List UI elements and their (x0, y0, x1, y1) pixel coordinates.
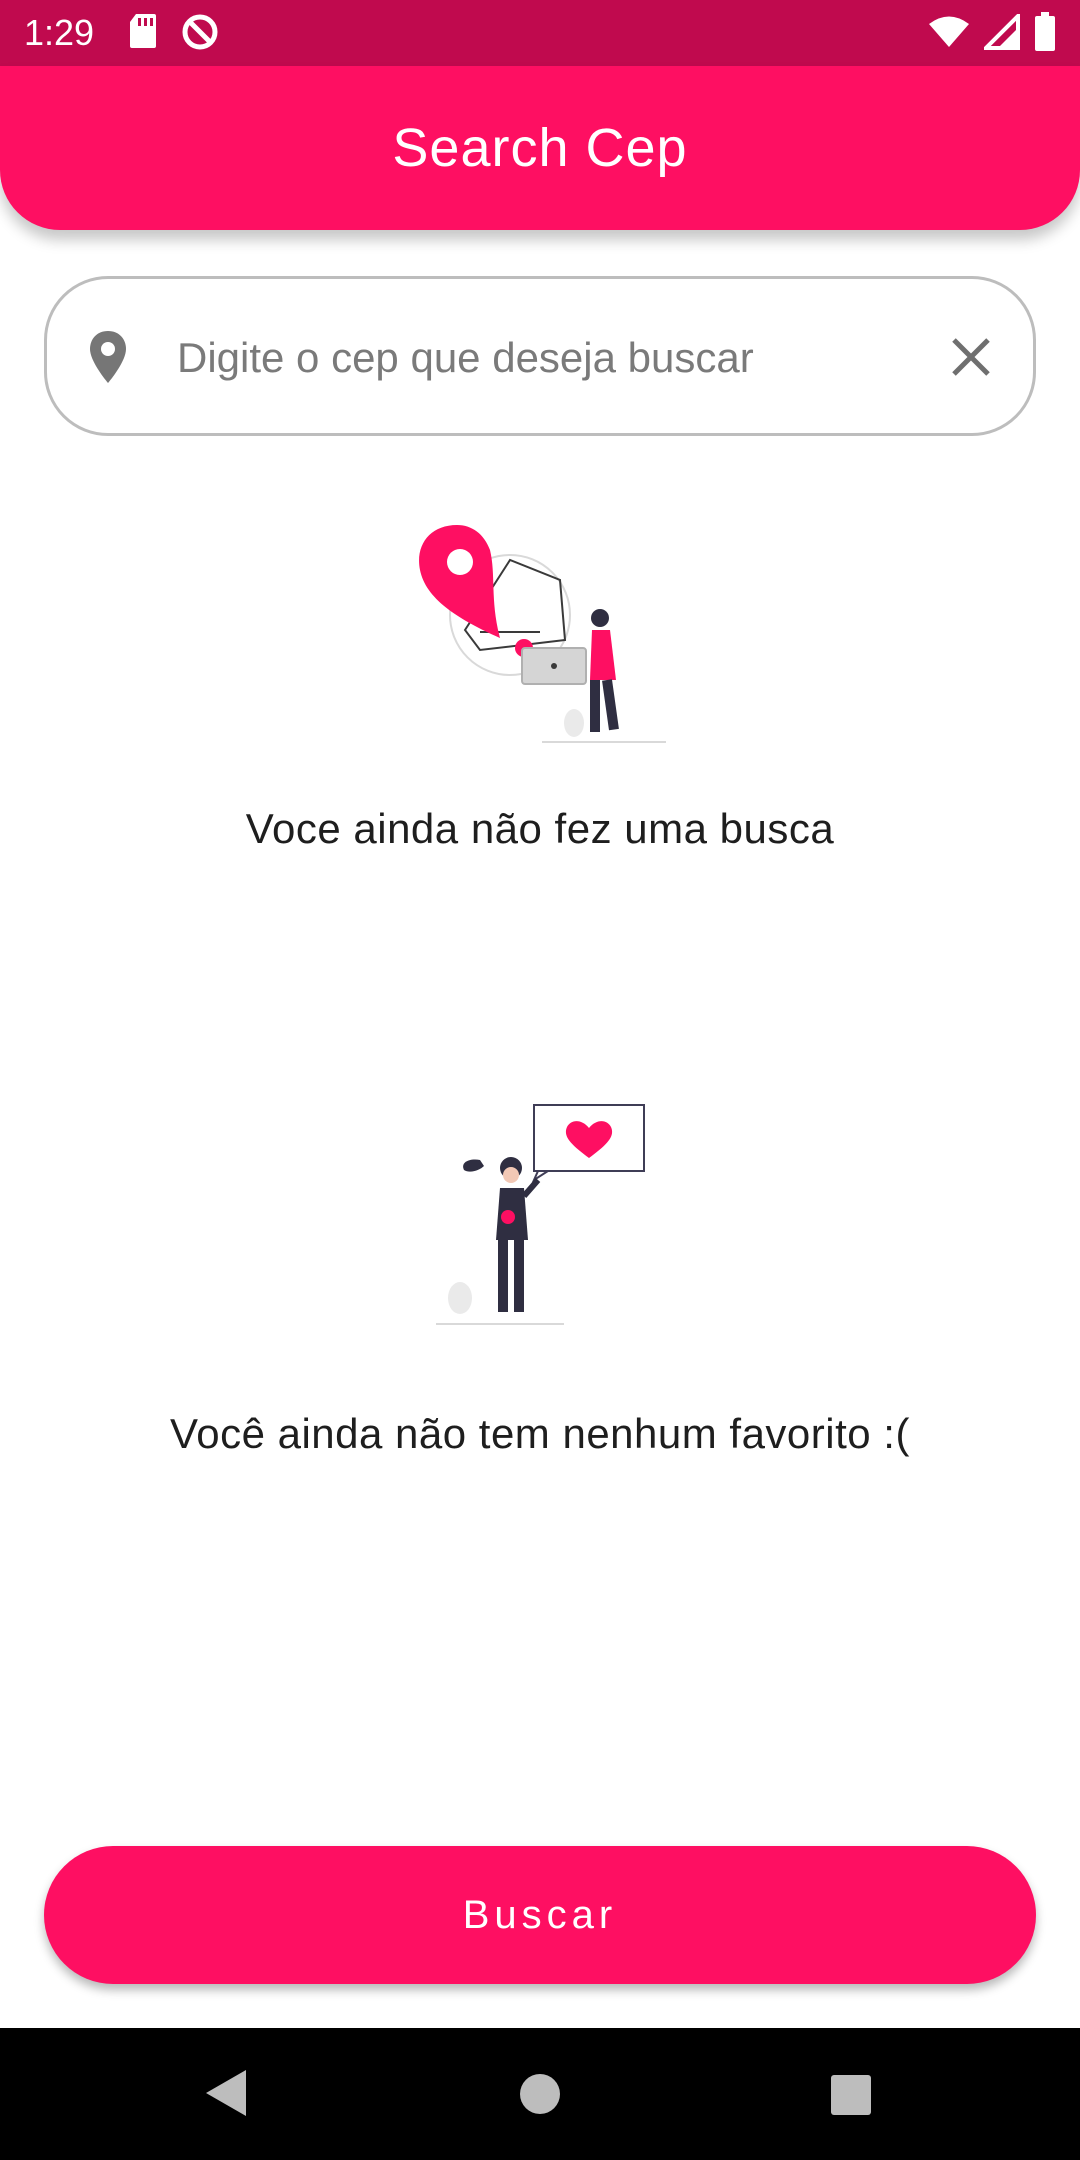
cep-search-input[interactable] (177, 319, 937, 397)
app-title: Search Cep (392, 118, 688, 178)
close-icon[interactable] (949, 335, 993, 384)
empty-favorites-message: Você ainda não tem nenhum favorito :( (170, 1410, 910, 1457)
system-nav-bar (0, 2028, 1080, 2160)
home-icon[interactable] (518, 2072, 562, 2121)
cep-search-field[interactable] (44, 276, 1036, 436)
app-bar: Search Cep (0, 66, 1080, 230)
recents-icon[interactable] (830, 2074, 872, 2121)
signal-icon (981, 11, 1020, 55)
data-saver-icon (180, 12, 220, 57)
empty-search-message: Voce ainda não fez uma busca (245, 805, 835, 852)
location-pin-icon (87, 329, 129, 390)
map-search-illustration (410, 520, 670, 755)
sd-card-icon (128, 12, 158, 57)
wifi-icon (928, 15, 970, 54)
status-bar: 1:29 (0, 0, 1080, 66)
favorites-illustration (430, 1100, 660, 1335)
status-time: 1:29 (24, 12, 95, 53)
search-button[interactable]: Buscar (44, 1846, 1036, 1984)
back-icon[interactable] (204, 2068, 248, 2123)
battery-icon (1034, 12, 1056, 57)
